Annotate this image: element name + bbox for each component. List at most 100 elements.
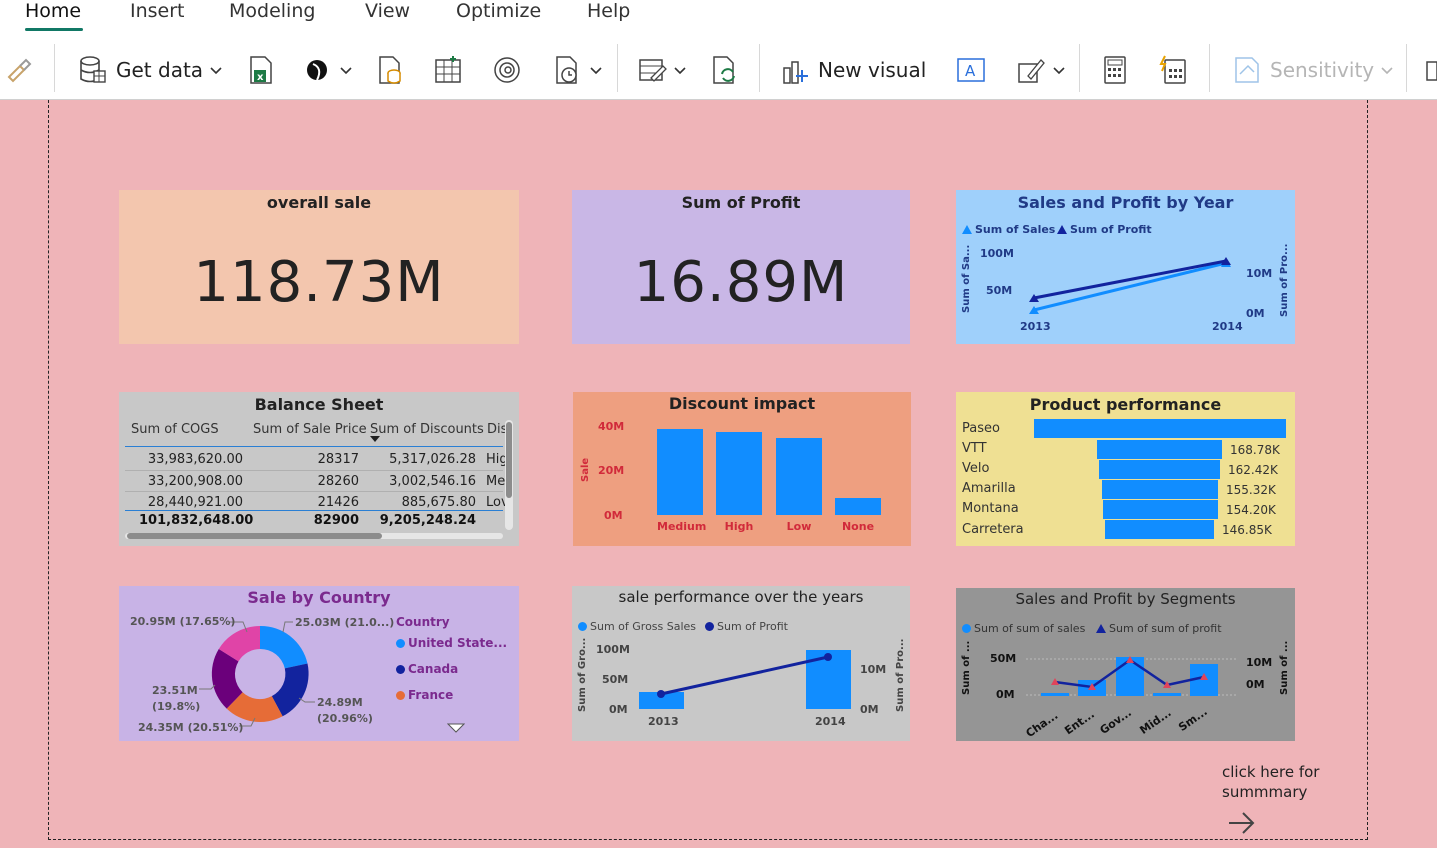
x-tick-label: Medium	[657, 520, 707, 533]
tab-modeling[interactable]: Modeling	[229, 0, 315, 22]
bar-none[interactable]	[835, 498, 881, 515]
arrow-right-icon[interactable]	[1227, 810, 1257, 836]
sum-profit-card[interactable]: Sum of Profit 16.89M	[572, 190, 910, 344]
bar-amarilla[interactable]	[1102, 480, 1218, 499]
new-visual-button[interactable]: New visual	[780, 52, 926, 88]
table-cell: 33,200,908.00	[147, 474, 243, 489]
x-tick-label: None	[841, 520, 875, 533]
sales-profit-segments-chart[interactable]: Sales and Profit by Segments Sum of sum …	[956, 588, 1295, 741]
table-cell: 3,002,546.16	[389, 474, 476, 489]
slice-label: 23.51M	[152, 684, 198, 697]
swirl-icon	[494, 57, 520, 83]
get-data-label: Get data	[116, 58, 204, 82]
new-measure-button[interactable]	[1100, 52, 1130, 88]
tab-home-underline	[25, 28, 83, 31]
ribbon-separator	[617, 44, 618, 92]
ribbon-separator	[1406, 44, 1407, 92]
bar-carretera[interactable]	[1105, 520, 1214, 539]
value-label: 146.85K	[1222, 523, 1272, 537]
summary-link[interactable]: click here for summmary	[1222, 762, 1319, 802]
vertical-scrollbar-thumb[interactable]	[506, 422, 512, 498]
bar-vtt[interactable]	[1097, 440, 1222, 459]
value-label: 162.42K	[1228, 463, 1278, 477]
table-cell: Me	[486, 474, 506, 489]
chevron-down-icon	[1053, 67, 1065, 75]
total-divider	[125, 510, 503, 511]
slice-label: (20.96%)	[317, 712, 373, 725]
recent-sources-button[interactable]	[553, 52, 603, 88]
chevron-down-icon	[210, 67, 222, 75]
dataverse-icon	[307, 60, 327, 81]
column-header[interactable]: Sum of Sale Price	[253, 422, 367, 437]
value-label: 168.78K	[1230, 443, 1280, 457]
svg-text:A: A	[965, 62, 976, 80]
sql-server-button[interactable]	[376, 52, 406, 88]
tab-optimize[interactable]: Optimize	[456, 0, 541, 22]
publish-button[interactable]	[1424, 52, 1437, 88]
sale-by-country-chart[interactable]: Sale by Country 20.95M (17.65%) 25.03M (…	[119, 586, 519, 741]
sort-desc-icon[interactable]	[369, 435, 381, 443]
quick-measure-button[interactable]	[1158, 52, 1188, 88]
slice-label: 20.95M (17.65%)	[130, 615, 236, 628]
legend-title: Country	[396, 615, 450, 629]
tab-home[interactable]: Home	[25, 0, 81, 22]
bar-high[interactable]	[716, 432, 762, 515]
sales-profit-year-chart[interactable]: Sales and Profit by Year Sum of Sales Su…	[956, 190, 1295, 344]
horizontal-scrollbar-thumb[interactable]	[127, 533, 382, 539]
slice-united-states[interactable]	[260, 625, 308, 669]
sales-line	[1033, 261, 1227, 312]
card-title: overall sale	[266, 193, 372, 212]
recent-sources-icon	[556, 56, 577, 84]
total-cell: 82900	[313, 513, 359, 528]
format-painter-button[interactable]	[4, 52, 34, 88]
dataflow-button[interactable]	[492, 52, 522, 88]
chevron-down-icon	[1381, 67, 1393, 75]
row-divider	[125, 491, 503, 492]
quick-measure-icon	[1159, 55, 1186, 84]
bar-low[interactable]	[776, 438, 822, 515]
bar-channel-partners[interactable]	[1041, 693, 1069, 696]
x-tick-label: Low	[786, 520, 812, 533]
product-performance-chart[interactable]: Product performance Paseo VTT Velo Amari…	[956, 392, 1295, 546]
bar-paseo[interactable]	[1034, 419, 1286, 438]
enter-data-button[interactable]	[433, 52, 463, 88]
table-cell: 21426	[317, 495, 359, 510]
table-cell: 5,317,026.28	[389, 452, 476, 467]
bar-velo[interactable]	[1099, 460, 1220, 479]
sensitivity-label: Sensitivity	[1270, 58, 1375, 82]
refresh-button[interactable]	[710, 52, 740, 88]
get-data-button[interactable]: Get data	[78, 52, 223, 88]
legend-scroll-down-icon[interactable]	[447, 723, 465, 733]
table-cell: 28,440,921.00	[147, 495, 243, 510]
calculator-icon	[1104, 56, 1126, 84]
bar-medium[interactable]	[657, 429, 703, 515]
text-box-icon: A	[957, 58, 985, 82]
more-visuals-button[interactable]	[1016, 52, 1066, 88]
overall-sale-card[interactable]: overall sale 118.73M	[119, 190, 519, 344]
column-header[interactable]: Sum of COGS	[131, 422, 219, 437]
transform-data-button[interactable]	[637, 52, 687, 88]
kpi-value: 16.89M	[633, 250, 849, 315]
legend-marker	[396, 664, 405, 674]
tab-help[interactable]: Help	[587, 0, 630, 22]
summary-link-text: click here for	[1222, 763, 1320, 781]
balance-sheet-table[interactable]: Balance Sheet Sum of COGS Sum of Sale Pr…	[119, 392, 519, 546]
combo-plot	[639, 650, 851, 709]
dataverse-button[interactable]	[303, 52, 353, 88]
discount-impact-chart[interactable]: Discount impact 40M 20M 0M Sale Medium H…	[573, 392, 911, 546]
column-header[interactable]: Sum of Discounts	[370, 422, 484, 437]
header-divider	[125, 446, 503, 447]
legend-marker	[396, 638, 405, 648]
bar-montana[interactable]	[1103, 500, 1218, 519]
ribbon-separator	[1209, 44, 1210, 92]
sale-performance-chart[interactable]: sale performance over the years Sum of G…	[572, 586, 910, 741]
text-box-button[interactable]: A	[955, 52, 987, 88]
excel-workbook-button[interactable]: x	[246, 52, 276, 88]
legend-item-canada[interactable]: Canada	[396, 662, 458, 676]
tab-insert[interactable]: Insert	[130, 0, 185, 22]
legend-item-united-states[interactable]: United State...	[396, 636, 507, 650]
bar-midmarket[interactable]	[1153, 693, 1181, 696]
sensitivity-button[interactable]: Sensitivity	[1232, 52, 1394, 88]
tab-view[interactable]: View	[365, 0, 410, 22]
legend-item-france[interactable]: France	[396, 688, 453, 702]
